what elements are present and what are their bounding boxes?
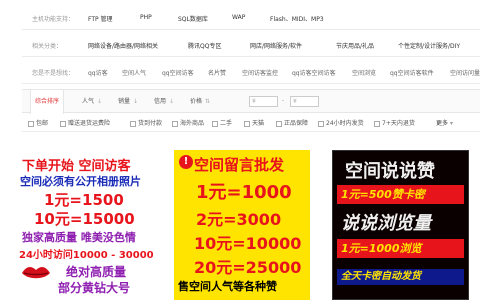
checkbox[interactable] xyxy=(172,120,178,127)
checkbox[interactable] xyxy=(244,120,250,127)
suggestion-link[interactable]: 空间人气 xyxy=(122,68,146,77)
product-card-guestbook[interactable]: ! 空间留言批发 1元=1000 2元=3000 10元=10000 20元=2… xyxy=(174,150,310,300)
filter-row-suggestions: 您是不是想找： qq访客 空间人气 qq空间访客 名片赞 空间访客监控 qq访客… xyxy=(22,57,480,84)
lips-icon xyxy=(22,266,50,279)
suggestion-link[interactable]: 空间浏览 xyxy=(352,68,376,77)
sort-tab-sales[interactable]: 销量 ↓ xyxy=(118,90,138,113)
filter-option[interactable]: 节庆用品/礼品 xyxy=(336,41,374,50)
option-label: 24小时内发货 xyxy=(326,120,364,127)
option-label: 正品保障 xyxy=(284,120,309,127)
product-card-likes[interactable]: 空间说说赞 1元=500赞卡密 说说浏览量 1元=1000浏览 全天卡密自动发货 xyxy=(332,150,469,300)
ad-text: 下单开始 空间访客 xyxy=(22,159,131,174)
ad-text: 空间留言批发 xyxy=(194,156,285,174)
filter-option[interactable]: Flash、MIDI、MP3 xyxy=(270,14,324,23)
ad-text: 1元=1000浏览 xyxy=(337,239,464,258)
sort-tab-default[interactable]: 综合排序 xyxy=(30,90,64,114)
sort-tab-label: 价格 xyxy=(190,98,203,105)
filter-option[interactable]: FTP 管理 xyxy=(88,14,113,23)
checkbox[interactable] xyxy=(318,120,324,127)
ad-text: 说说浏览量 xyxy=(341,213,431,234)
price-max-input[interactable]: ¥ xyxy=(290,96,319,107)
ad-text: 1元=1000 xyxy=(196,182,292,203)
suggestion-link[interactable]: qq空间访客软件 xyxy=(390,68,434,77)
option-label: 7+天内退货 xyxy=(382,120,415,127)
sort-tab-price[interactable]: 价格 ⇅ xyxy=(190,90,210,113)
ad-text: 1元=1500 xyxy=(44,191,124,209)
option-second-hand[interactable]: 二手 xyxy=(212,118,232,127)
option-label: 赠送退货运费险 xyxy=(68,120,111,127)
ad-text: 10元=10000 xyxy=(194,234,302,253)
ad-text: 1元=500赞卡密 xyxy=(337,185,464,204)
price-min-input[interactable]: ¥ xyxy=(249,96,278,107)
filter-option[interactable]: 网络设备/路由器/网络相关 xyxy=(88,41,158,50)
filter-row-host-features: 主机功能支持： FTP 管理 PHP SQL数据库 WAP Flash、MIDI… xyxy=(22,3,480,30)
ad-text: 部分黄钻大号 xyxy=(58,281,131,295)
checkbox[interactable] xyxy=(374,120,380,127)
ad-text: 20元=25000 xyxy=(194,258,302,277)
filter-options-bar: 包邮 赠送退货运费险 货到付款 海外商品 二手 天猫 正品保障 24小时内发货 … xyxy=(22,114,480,132)
ad-text: 10元=15000 xyxy=(34,210,135,228)
sort-tab-credit[interactable]: 信用 ↓ xyxy=(154,90,174,113)
ad-text: 绝对高质量 xyxy=(66,265,127,279)
option-label: 二手 xyxy=(220,120,233,127)
option-return-insurance[interactable]: 赠送退货运费险 xyxy=(60,118,110,127)
option-label: 包邮 xyxy=(36,120,49,127)
more-options-button[interactable]: 更多 ▾ xyxy=(436,118,453,127)
alert-icon: ! xyxy=(179,155,193,169)
suggestion-link[interactable]: qq空间访客 xyxy=(162,68,194,77)
filter-option[interactable]: PHP xyxy=(140,14,152,21)
checkbox[interactable] xyxy=(276,120,282,127)
option-genuine[interactable]: 正品保障 xyxy=(276,118,308,127)
option-label: 货到付款 xyxy=(138,120,163,127)
sort-bar: 综合排序 人气 ↓ 销量 ↓ 信用 ↓ 价格 ⇅ ¥ - ¥ xyxy=(22,89,480,114)
ad-text: 24小时访问10000 - 30000 xyxy=(19,250,154,261)
filter-row-related-categories: 相关分类： 网络设备/路由器/网络相关 腾讯QQ专区 网店/网络服务/软件 节庆… xyxy=(22,30,480,57)
filter-option[interactable]: 腾讯QQ专区 xyxy=(188,41,221,50)
option-label: 天猫 xyxy=(252,120,265,127)
sort-tab-label: 信用 xyxy=(154,98,167,105)
ad-text: 2元=3000 xyxy=(196,210,282,229)
suggestion-link[interactable]: 名片赞 xyxy=(208,68,226,77)
sort-down-icon: ↓ xyxy=(133,98,139,105)
ad-text: 空间必须有公开相册照片 xyxy=(20,175,141,188)
checkbox[interactable] xyxy=(28,120,34,127)
product-card-visitors[interactable]: 下单开始 空间访客 空间必须有公开相册照片 1元=1500 10元=15000 … xyxy=(16,150,166,300)
option-overseas[interactable]: 海外商品 xyxy=(172,118,204,127)
suggestion-link[interactable]: qq访客空间访客 xyxy=(292,68,336,77)
sort-down-icon: ↓ xyxy=(97,98,103,105)
checkbox[interactable] xyxy=(212,120,218,127)
sort-updown-icon: ⇅ xyxy=(205,98,211,105)
chevron-down-icon: ▾ xyxy=(450,120,454,127)
suggestion-link[interactable]: 空间访问量 xyxy=(450,68,480,77)
filter-label: 相关分类： xyxy=(32,43,63,50)
option-7day-return[interactable]: 7+天内退货 xyxy=(374,118,415,127)
filter-label: 主机功能支持： xyxy=(32,16,75,23)
option-tmall[interactable]: 天猫 xyxy=(244,118,264,127)
filter-option[interactable]: SQL数据库 xyxy=(178,14,208,23)
checkbox[interactable] xyxy=(130,120,136,127)
option-24h-ship[interactable]: 24小时内发货 xyxy=(318,118,364,127)
checkbox[interactable] xyxy=(60,120,66,127)
price-separator: - xyxy=(282,97,285,104)
filter-panel: 主机功能支持： FTP 管理 PHP SQL数据库 WAP Flash、MIDI… xyxy=(22,3,480,84)
ad-text: 全天卡密自动发货 xyxy=(337,269,464,285)
option-free-shipping[interactable]: 包邮 xyxy=(28,118,48,127)
suggestion-link[interactable]: qq访客 xyxy=(88,68,108,77)
sort-tab-label: 人气 xyxy=(82,98,95,105)
filter-option[interactable]: 个性定制/设计服务/DIY xyxy=(398,41,460,50)
filter-label: 您是不是想找： xyxy=(32,70,75,77)
ad-text: 独家高质量 唯美没色情 xyxy=(22,231,136,244)
option-cash-on-delivery[interactable]: 货到付款 xyxy=(130,118,162,127)
ad-text: 售空间人气等各种赞 xyxy=(178,280,277,293)
sort-tab-label: 销量 xyxy=(118,98,131,105)
option-label: 海外商品 xyxy=(180,120,205,127)
more-label: 更多 xyxy=(436,120,449,127)
suggestion-link[interactable]: 空间访客监控 xyxy=(242,68,278,77)
sort-tab-popularity[interactable]: 人气 ↓ xyxy=(82,90,102,113)
filter-option[interactable]: WAP xyxy=(232,14,245,21)
ad-text: 空间说说赞 xyxy=(345,161,435,182)
sort-down-icon: ↓ xyxy=(169,98,175,105)
filter-option[interactable]: 网店/网络服务/软件 xyxy=(250,41,302,50)
